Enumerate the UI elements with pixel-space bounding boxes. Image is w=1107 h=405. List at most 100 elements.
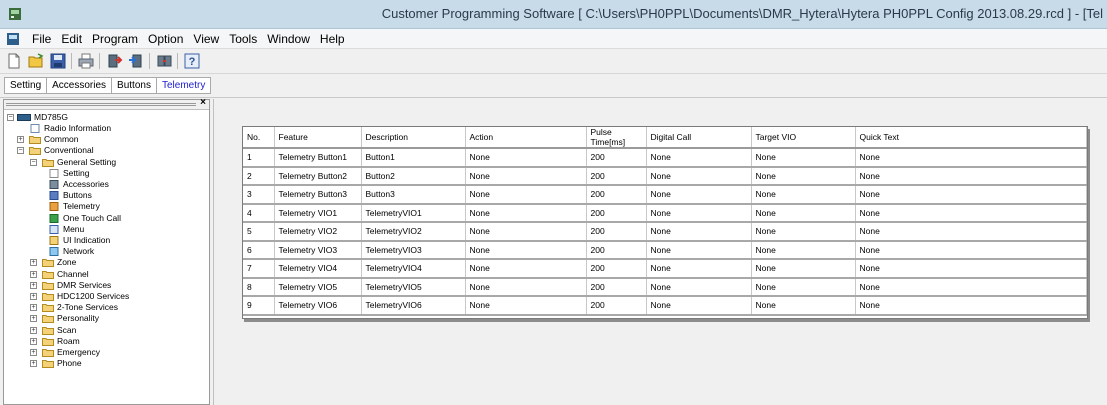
tree-item-personality[interactable]: + Personality — [4, 313, 204, 324]
menu-tools[interactable]: Tools — [224, 32, 262, 46]
tree-item-radio-information[interactable]: Radio Information — [4, 123, 204, 134]
table-cell[interactable]: None — [465, 240, 587, 260]
table-cell[interactable]: None — [751, 203, 856, 223]
table-cell[interactable]: None — [855, 259, 1087, 279]
read-icon[interactable] — [105, 52, 123, 70]
table-row[interactable]: 8 Telemetry VIO5 TelemetryVIO5 None 200 None N… — [243, 277, 1087, 297]
expand-toggle[interactable]: + — [30, 293, 37, 300]
tree-item-accessories[interactable]: Accessories — [4, 179, 204, 190]
table-cell[interactable]: Telemetry VIO6 — [274, 296, 362, 316]
column-header[interactable]: Pulse Time[ms] — [586, 127, 647, 149]
table-cell[interactable]: None — [465, 203, 587, 223]
tree-item-ui-indication[interactable]: UI Indication — [4, 235, 204, 246]
table-cell[interactable]: None — [465, 222, 587, 242]
table-cell[interactable]: None — [465, 166, 587, 186]
table-row[interactable]: 6 Telemetry VIO3 TelemetryVIO3 None 200 None N… — [243, 240, 1087, 260]
table-cell[interactable]: None — [465, 148, 587, 168]
table-cell[interactable]: Telemetry Button2 — [274, 166, 362, 186]
table-cell[interactable]: Button2 — [361, 166, 466, 186]
table-cell[interactable]: None — [855, 166, 1087, 186]
table-cell[interactable]: None — [751, 240, 856, 260]
table-cell[interactable]: Telemetry VIO2 — [274, 222, 362, 242]
tree-item-hdc1200-services[interactable]: + HDC1200 Services — [4, 291, 204, 302]
table-cell[interactable]: Telemetry VIO3 — [274, 240, 362, 260]
table-row[interactable]: 7 Telemetry VIO4 TelemetryVIO4 None 200 None N… — [243, 259, 1087, 279]
table-cell[interactable]: None — [646, 296, 752, 316]
table-cell[interactable]: None — [751, 259, 856, 279]
menu-view[interactable]: View — [188, 32, 224, 46]
table-cell[interactable]: None — [855, 185, 1087, 205]
table-cell[interactable]: None — [855, 296, 1087, 316]
table-row[interactable]: 3 Telemetry Button3 Button3 None 200 None None… — [243, 185, 1087, 205]
tab-buttons[interactable]: Buttons — [112, 78, 157, 93]
table-cell[interactable]: TelemetryVIO3 — [361, 240, 466, 260]
table-cell[interactable]: None — [646, 185, 752, 205]
tree-item-roam[interactable]: + Roam — [4, 336, 204, 347]
column-header[interactable]: Action — [465, 127, 587, 149]
table-cell[interactable]: None — [751, 185, 856, 205]
table-cell[interactable]: Telemetry VIO1 — [274, 203, 362, 223]
table-cell[interactable]: None — [646, 166, 752, 186]
tree-item-network[interactable]: Network — [4, 246, 204, 257]
tab-setting[interactable]: Setting — [5, 78, 48, 93]
tree-item-2-tone-services[interactable]: +2-Tone Services — [4, 302, 204, 313]
close-icon[interactable]: × — [200, 97, 206, 108]
column-header[interactable]: Quick Text — [855, 127, 1087, 149]
table-cell[interactable]: None — [855, 277, 1087, 297]
table-cell[interactable]: None — [855, 148, 1087, 168]
menu-option[interactable]: Option — [143, 32, 188, 46]
table-cell[interactable]: 200 — [586, 166, 647, 186]
collapse-toggle[interactable]: − — [17, 147, 24, 155]
menu-window[interactable]: Window — [262, 32, 315, 46]
write-icon[interactable] — [127, 52, 145, 70]
column-header[interactable]: Digital Call — [646, 127, 752, 149]
tree-item-common[interactable]: + Common — [4, 134, 204, 145]
table-cell[interactable]: None — [465, 277, 587, 297]
table-row[interactable]: 1 Telemetry Button1 Button1 None 200 None None… — [243, 148, 1087, 168]
tree-item-zone[interactable]: + Zone — [4, 257, 204, 268]
expand-toggle[interactable]: + — [30, 360, 37, 368]
table-cell[interactable]: None — [646, 203, 752, 223]
collapse-toggle[interactable]: − — [7, 114, 14, 121]
clone-icon[interactable] — [155, 52, 173, 70]
tree-item-one-touch-call[interactable]: One Touch Call — [4, 213, 204, 224]
table-cell[interactable]: None — [465, 296, 587, 316]
table-cell[interactable]: 200 — [586, 148, 647, 168]
table-cell[interactable]: None — [646, 259, 752, 279]
table-cell[interactable]: 200 — [586, 240, 647, 260]
tree-root-md785g[interactable]: − MD785G — [4, 112, 204, 123]
menu-program[interactable]: Program — [87, 32, 143, 46]
expand-toggle[interactable]: + — [30, 337, 37, 345]
table-cell[interactable]: 200 — [586, 277, 647, 297]
table-cell[interactable]: None — [646, 240, 752, 260]
column-header[interactable]: No. — [243, 127, 275, 149]
expand-toggle[interactable]: + — [30, 270, 37, 278]
table-cell[interactable]: TelemetryVIO6 — [361, 296, 466, 316]
column-header[interactable]: Description — [361, 127, 466, 149]
tree-item-general-setting[interactable]: − General Setting — [4, 157, 204, 168]
table-row[interactable]: 5 Telemetry VIO2 TelemetryVIO2 None 200 None N… — [243, 222, 1087, 242]
table-cell[interactable]: 200 — [586, 259, 647, 279]
table-cell[interactable]: Telemetry VIO5 — [274, 277, 362, 297]
table-cell[interactable]: Button1 — [361, 148, 466, 168]
table-cell[interactable]: None — [646, 148, 752, 168]
table-cell[interactable]: None — [465, 259, 587, 279]
table-cell[interactable]: None — [751, 148, 856, 168]
table-cell[interactable]: None — [751, 222, 856, 242]
table-cell[interactable]: TelemetryVIO5 — [361, 277, 466, 297]
expand-toggle[interactable]: + — [30, 259, 37, 267]
table-cell[interactable]: None — [855, 203, 1087, 223]
table-cell[interactable]: 200 — [586, 203, 647, 223]
expand-toggle[interactable]: + — [30, 315, 37, 323]
table-cell[interactable]: None — [646, 277, 752, 297]
expand-toggle[interactable]: + — [30, 281, 37, 289]
tab-telemetry[interactable]: Telemetry — [157, 78, 210, 93]
menu-help[interactable]: Help — [315, 32, 350, 46]
expand-toggle[interactable]: + — [17, 136, 24, 144]
expand-toggle[interactable]: + — [30, 326, 37, 334]
open-icon[interactable] — [27, 52, 45, 70]
table-cell[interactable]: TelemetryVIO4 — [361, 259, 466, 279]
table-row[interactable]: 2 Telemetry Button2 Button2 None 200 None None… — [243, 166, 1087, 186]
table-cell[interactable]: Button3 — [361, 185, 466, 205]
tree-item-setting[interactable]: Setting — [4, 168, 204, 179]
